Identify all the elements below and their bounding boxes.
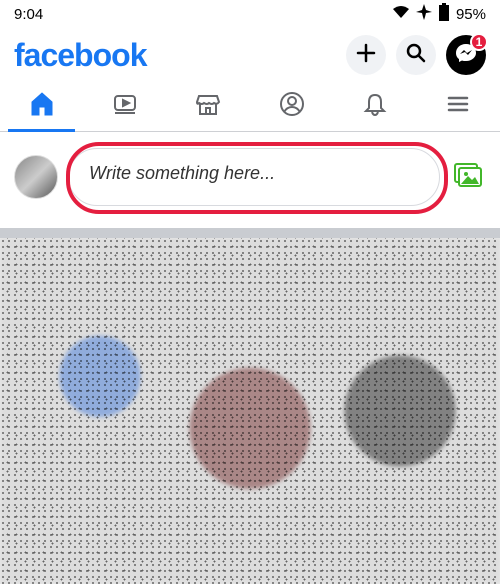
battery-icon <box>438 3 450 25</box>
tab-home[interactable] <box>0 82 83 131</box>
obscured-grain <box>0 238 500 584</box>
airplane-icon <box>416 4 432 24</box>
hamburger-icon <box>444 90 472 123</box>
status-bar: 9:04 95% <box>0 0 500 28</box>
tab-profile[interactable] <box>250 82 333 131</box>
tab-watch[interactable] <box>83 82 166 131</box>
tab-marketplace[interactable] <box>167 82 250 131</box>
avatar[interactable] <box>14 155 58 199</box>
profile-icon <box>278 90 306 123</box>
tab-menu[interactable] <box>417 82 500 131</box>
feed-stories[interactable] <box>0 238 500 584</box>
write-something-input[interactable]: Write something here... <box>68 148 440 206</box>
header-actions: 1 <box>346 35 486 75</box>
wifi-icon <box>392 5 410 23</box>
messenger-button[interactable]: 1 <box>446 35 486 75</box>
watch-icon <box>111 90 139 123</box>
status-right: 95% <box>392 3 486 25</box>
create-button[interactable] <box>346 35 386 75</box>
search-button[interactable] <box>396 35 436 75</box>
battery-percent: 95% <box>456 6 486 23</box>
section-divider <box>0 228 500 238</box>
bell-icon <box>361 90 389 123</box>
photo-icon <box>454 163 482 192</box>
composer-box: Write something here... <box>68 148 440 206</box>
facebook-logo: facebook <box>14 37 146 74</box>
composer: Write something here... <box>0 132 500 228</box>
notification-badge: 1 <box>470 33 488 51</box>
status-time: 9:04 <box>14 6 43 23</box>
add-photo-button[interactable] <box>450 159 486 195</box>
app-header: facebook 1 <box>0 28 500 82</box>
plus-icon <box>355 42 377 69</box>
tab-bar <box>0 82 500 132</box>
tab-notifications[interactable] <box>333 82 416 131</box>
search-icon <box>405 42 427 69</box>
marketplace-icon <box>194 90 222 123</box>
home-icon <box>28 90 56 123</box>
